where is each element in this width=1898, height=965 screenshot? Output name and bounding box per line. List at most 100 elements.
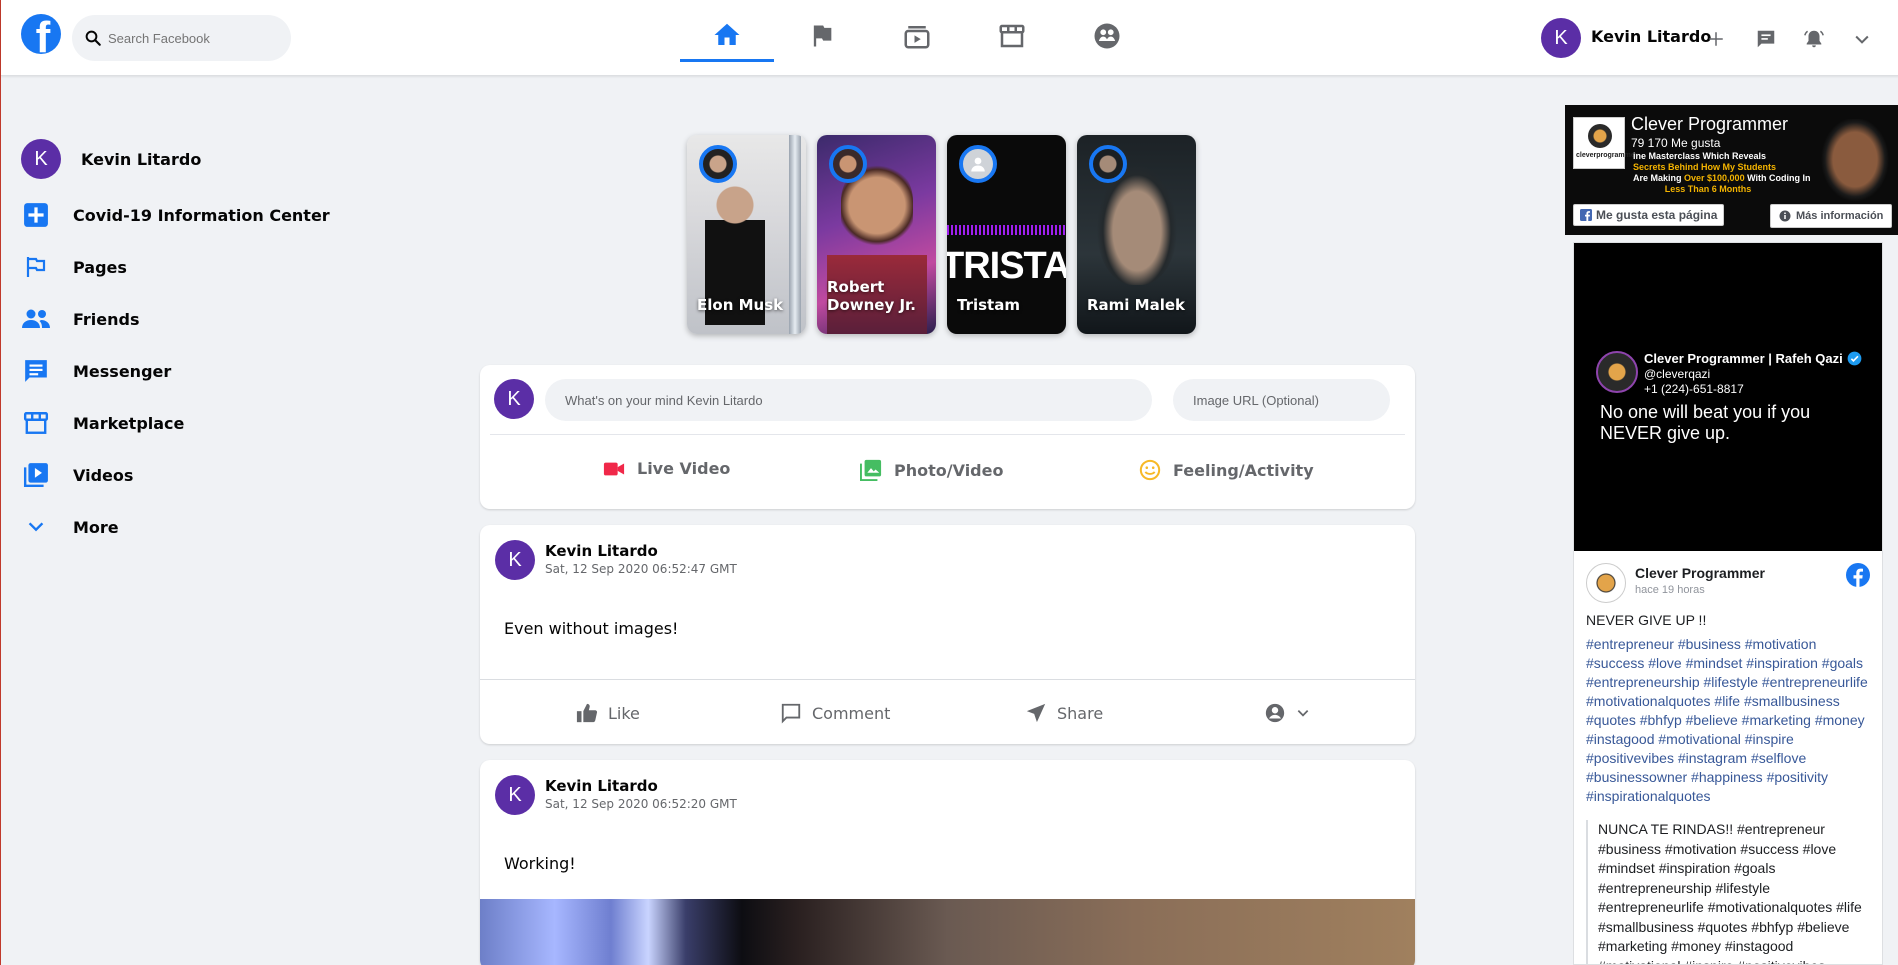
smiley-icon [1139,459,1161,481]
sidebar-item-friends[interactable]: Friends [21,297,140,341]
plus-icon [1709,32,1723,46]
facebook-icon[interactable] [1846,563,1870,591]
like-page-button[interactable]: Me gusta esta página [1573,204,1725,226]
thumbs-up-icon [576,703,598,723]
video-library-icon [21,460,51,490]
story-card[interactable]: Robert Downey Jr. [817,135,936,334]
create-button[interactable] [1703,26,1729,52]
sidebar-item-more[interactable]: More [21,505,119,549]
photo-video-button[interactable]: Photo/Video [860,459,1003,481]
page-name[interactable]: Clever Programmer [1631,114,1788,135]
comment-button[interactable]: Comment [780,702,890,724]
page-plugin-banner: cleverprogrammer Clever Programmer 79 17… [1565,105,1898,235]
story-card[interactable]: Rami Malek [1077,135,1196,334]
sidebar-item-covid[interactable]: Covid-19 Information Center [21,193,330,237]
tab-marketplace[interactable] [965,10,1059,62]
tab-groups[interactable] [1060,10,1154,62]
page-logo-face [1588,124,1612,148]
notifications-button[interactable] [1801,26,1827,52]
search-icon [85,30,101,46]
live-video-label: Live Video [637,459,731,478]
embedded-post-author[interactable]: Clever Programmer [1635,565,1765,581]
sidebar-avatar: K [21,139,61,179]
groups-icon [1094,23,1120,49]
comment-label: Comment [812,703,891,723]
sidebar-profile[interactable]: K Kevin Litardo [21,137,201,181]
flag-icon [813,25,832,47]
verified-badge-icon [1847,351,1862,366]
more-info-button[interactable]: Más información [1770,204,1893,228]
header-user-name[interactable]: Kevin Litardo [1591,27,1711,46]
header-avatar[interactable]: K [1541,18,1581,58]
post-avatar[interactable]: K [495,775,535,815]
like-button[interactable]: Like [576,702,640,724]
post-text: Even without images! [504,619,679,638]
like-label: Like [608,703,640,723]
messenger-button[interactable] [1753,26,1779,52]
post-author[interactable]: Kevin Litardo [545,542,658,560]
avatar-initial: K [34,147,48,170]
chat-icon [21,356,51,386]
sidebar-item-messenger[interactable]: Messenger [21,349,171,393]
chevron-down-icon [1855,35,1869,44]
live-video-button[interactable]: Live Video [603,459,730,478]
avatar-initial: K [1554,26,1568,49]
story-name: Rami Malek [1087,296,1186,314]
sidebar-item-label: Friends [73,309,140,329]
image-url-input[interactable]: Image URL (Optional) [1173,379,1390,421]
watch-icon [904,26,930,49]
avatar-initial: K [508,783,522,806]
tab-pages[interactable] [775,10,869,62]
page-likes: 79 170 Me gusta [1631,136,1721,150]
video-author-avatar [1596,351,1638,393]
post-avatar[interactable]: K [495,540,535,580]
search-input[interactable] [108,30,278,46]
post-author[interactable]: Kevin Litardo [545,777,658,795]
sidebar-item-marketplace[interactable]: Marketplace [21,401,184,445]
embedded-post-hashtags[interactable]: #entrepreneur #business #motivation #suc… [1586,635,1876,806]
bell-icon [1804,30,1824,48]
sidebar-item-videos[interactable]: Videos [21,453,133,497]
people-icon [21,304,51,334]
video-phone: +1 (224)-651-8817 [1644,382,1744,396]
story-card[interactable]: TRISTAN Tristam [947,135,1066,334]
video-camera-icon [603,462,625,475]
tab-watch[interactable] [870,10,964,62]
flag-icon [21,252,51,282]
post-card: K Kevin Litardo Sat, 12 Sep 2020 06:52:2… [480,760,1415,965]
embedded-video[interactable]: Clever Programmer | Rafeh Qazi @cleverqa… [1574,243,1882,551]
banner-photo [1815,119,1895,209]
tab-home[interactable] [680,10,774,62]
sidebar-item-label: Videos [73,465,134,485]
video-author-name: Clever Programmer | Rafeh Qazi [1644,351,1843,366]
sidebar-item-pages[interactable]: Pages [21,245,127,289]
audience-selector[interactable] [1264,702,1310,724]
post-composer: K What's on your mind Kevin Litardo Imag… [480,365,1415,509]
banner-line: Secrets Behind How My Students [1633,162,1777,172]
share-button[interactable]: Share [1025,702,1103,724]
post-timestamp: Sat, 12 Sep 2020 06:52:20 GMT [545,797,737,811]
facebook-logo[interactable]: f [21,14,61,54]
banner-line: ine Masterclass Which Reveals [1633,151,1767,161]
account-menu-button[interactable] [1849,26,1875,52]
feeling-activity-label: Feeling/Activity [1173,460,1314,480]
embedded-post-quote: NUNCA TE RINDAS!! #entrepreneur #busines… [1586,820,1876,964]
feeling-activity-button[interactable]: Feeling/Activity [1139,459,1314,481]
more-info-label: Más información [1796,210,1884,222]
message-input[interactable]: What's on your mind Kevin Litardo [545,379,1152,421]
embedded-post-time[interactable]: hace 19 horas [1635,584,1705,596]
banner-highlight: Over $100,000 [1684,173,1745,183]
store-icon [21,408,51,438]
embedded-post-avatar[interactable] [1586,563,1626,603]
like-page-label: Me gusta esta página [1596,208,1718,222]
story-name: Elon Musk [697,296,784,314]
page-logo-wordmark: cleverprogrammer [1576,152,1638,159]
account-circle-icon [1265,703,1285,723]
chevron-down-icon [1297,710,1309,717]
plus-square-icon [21,200,51,230]
story-card[interactable]: Elon Musk [687,135,806,334]
sidebar-item-label: Covid-19 Information Center [73,205,330,225]
search-box[interactable] [72,15,291,61]
story-name: Tristam [957,296,1020,314]
avatar-initial: K [508,548,522,571]
